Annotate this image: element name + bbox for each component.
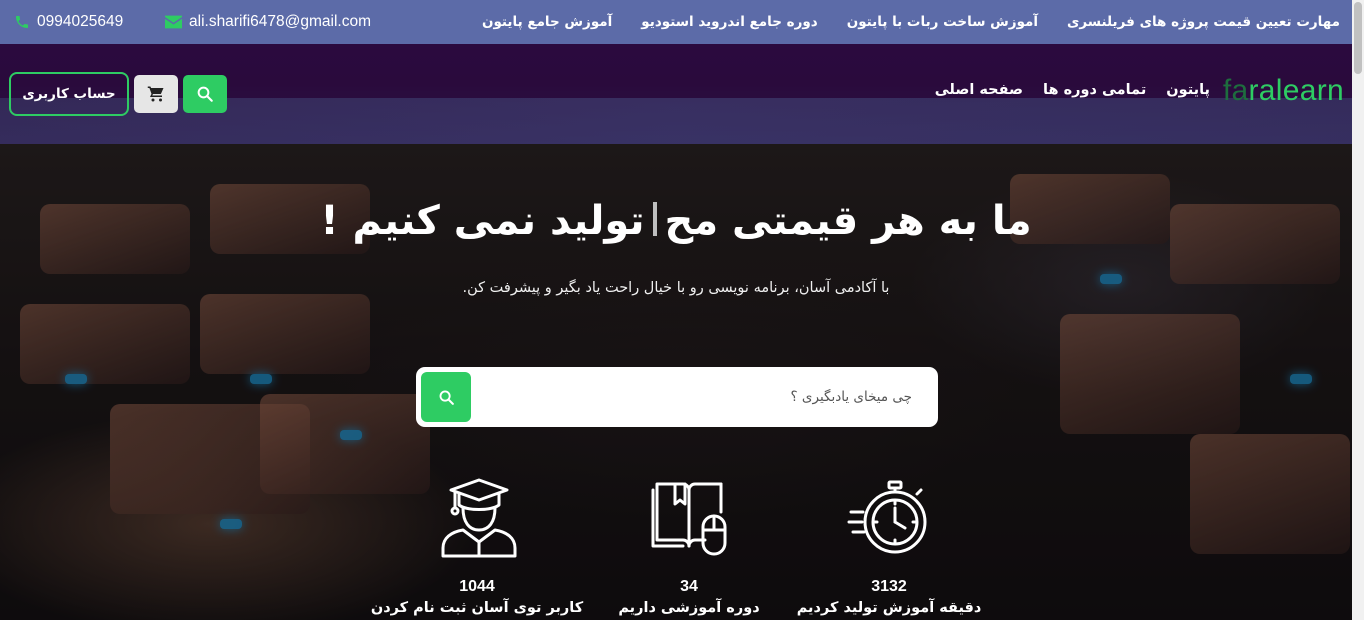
main-header: faralearn صفحه اصلی تمامی دوره ها پایتون… <box>0 44 1352 144</box>
toplink-android-course[interactable]: دوره جامع اندروید استودیو <box>641 14 817 30</box>
typing-cursor <box>652 202 657 236</box>
stat-users: 1044 کاربر توی آسان ثبت نام کردن <box>367 474 587 616</box>
search-icon <box>439 390 454 405</box>
email-contact[interactable]: ali.sharifi6478@gmail.com <box>165 0 371 44</box>
toplink-freelance-course[interactable]: مهارت تعیین قیمت پروژه های فریلنسری <box>1067 14 1340 30</box>
stat-minutes: 3132 دقیقه آموزش تولید کردیم <box>779 474 999 616</box>
hero-title-part-2: تولید نمی کنیم ! <box>320 198 645 244</box>
stopwatch-icon <box>779 474 999 562</box>
stat-number: 3132 <box>871 578 907 595</box>
stat-number: 1044 <box>459 578 495 595</box>
stat-number: 34 <box>680 578 698 595</box>
hero-subtitle: با آکادمی آسان، برنامه نویسی رو با خیال … <box>462 280 890 296</box>
logo-part-1: fa <box>1222 74 1249 107</box>
hero-search-button[interactable] <box>421 372 471 422</box>
site-logo[interactable]: faralearn <box>1223 74 1344 108</box>
search-icon <box>197 86 213 102</box>
book-mouse-icon <box>579 474 799 562</box>
stat-label: کاربر توی آسان ثبت نام کردن <box>370 600 584 616</box>
email-address: ali.sharifi6478@gmail.com <box>189 13 372 30</box>
hero-section: ما به هر قیمتی مح تولید نمی کنیم ! با آکا… <box>0 144 1352 620</box>
nav-home[interactable]: صفحه اصلی <box>935 82 1023 98</box>
phone-icon <box>14 14 30 30</box>
scrollbar-thumb[interactable] <box>1354 2 1362 74</box>
toplink-bot-course[interactable]: آموزش ساخت ربات با پایتون <box>847 14 1038 30</box>
top-bar: 0994025649 ali.sharifi6478@gmail.com آمو… <box>0 0 1352 44</box>
nav-all-courses[interactable]: تمامی دوره ها <box>1043 82 1146 98</box>
page-scrollbar[interactable] <box>1352 0 1364 620</box>
stat-label: دوره آموزشی داریم <box>618 600 760 616</box>
stat-label: دقیقه آموزش تولید کردیم <box>796 600 982 616</box>
logo-part-2: ralearn <box>1248 74 1344 107</box>
account-button[interactable]: حساب کاربری <box>9 72 129 116</box>
graduate-icon <box>367 474 587 562</box>
stat-courses: 34 دوره آموزشی داریم <box>579 474 799 616</box>
toplink-python-course[interactable]: آموزش جامع پایتون <box>482 14 612 30</box>
hero-title: ما به هر قیمتی مح تولید نمی کنیم ! <box>0 198 1352 244</box>
hero-title-part-1: ما به هر قیمتی مح <box>664 198 1032 244</box>
cart-button[interactable] <box>134 75 178 113</box>
envelope-icon <box>165 15 182 29</box>
hero-search-input[interactable] <box>476 367 924 427</box>
main-nav: صفحه اصلی تمامی دوره ها پایتون <box>935 82 1210 98</box>
cart-icon <box>147 86 164 102</box>
phone-contact[interactable]: 0994025649 <box>14 0 123 44</box>
top-links: آموزش جامع پایتون دوره جامع اندروید استو… <box>482 0 1340 44</box>
header-search-button[interactable] <box>183 75 227 113</box>
hero-search-box <box>416 367 938 427</box>
phone-number: 0994025649 <box>37 13 124 30</box>
nav-python[interactable]: پایتون <box>1166 82 1210 98</box>
